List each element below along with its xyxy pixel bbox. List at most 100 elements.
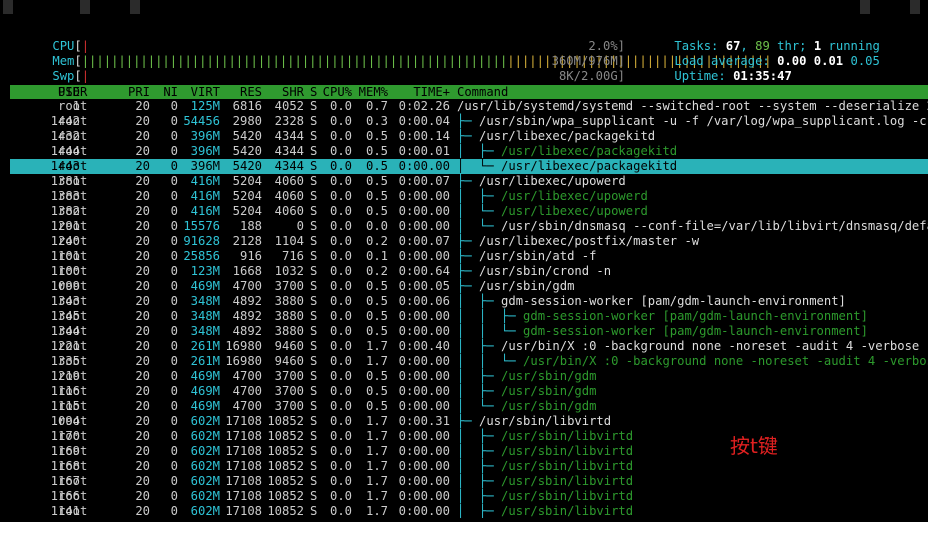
cell-command: ├─ /usr/libexec/upowerd xyxy=(457,174,626,189)
cell-shr: 9460 xyxy=(274,354,304,368)
cell-command: │ └─ /usr/sbin/dnsmasq --conf-file=/var/… xyxy=(457,219,928,234)
window-tab[interactable] xyxy=(860,0,870,14)
cell-pri: 20 xyxy=(135,234,150,248)
cell-shr: 4060 xyxy=(274,204,304,218)
process-row[interactable]: 1219 root 20 0 469M 4700 3700 S 0.0 0.5 0:00.00 │ ├… xyxy=(10,369,928,384)
process-row[interactable]: 1094 root 20 0 602M 17108 10852 S 0.0 1.7 0:00.31 ├… xyxy=(10,414,928,429)
process-row[interactable]: 1443 root 20 0 396M 5420 4344 S 0.0 0.5 0:00.00 │ └… xyxy=(10,159,928,174)
cell-pri: 20 xyxy=(135,204,150,218)
cell-ni: 0 xyxy=(170,309,178,323)
cell-mem: 0.5 xyxy=(365,294,388,308)
process-row[interactable]: 1240 root 20 0 91628 2128 1104 S 0.0 0.2 0:00.07 ├─… xyxy=(10,234,928,249)
process-row[interactable]: 1382 root 20 0 416M 5204 4060 S 0.0 0.5 0:00.00 │ └… xyxy=(10,204,928,219)
col-state[interactable]: S xyxy=(310,85,317,99)
process-row[interactable]: 1101 root 20 0 25856 916 716 S 0.0 0.1 0:00.00 ├─ /… xyxy=(10,249,928,264)
cell-virt: 123M xyxy=(190,264,220,278)
tree-branch: │ └─ xyxy=(457,204,502,218)
cell-pri: 20 xyxy=(135,504,150,518)
process-row[interactable]: 1169 root 20 0 602M 17108 10852 S 0.0 1.7 0:00.00 │… xyxy=(10,444,928,459)
cell-time: 0:00.00 xyxy=(398,489,450,503)
col-ni[interactable]: NI xyxy=(150,85,178,99)
cell-shr: 3880 xyxy=(274,309,304,323)
process-row[interactable]: 1335 root 20 0 261M 16980 9460 S 0.0 1.7 0:00.00 │ … xyxy=(10,354,928,369)
cell-user: root xyxy=(58,399,88,413)
cell-user: root xyxy=(58,219,88,233)
col-res[interactable]: RES xyxy=(220,85,262,99)
cell-virt: 396M xyxy=(190,129,220,143)
col-shr[interactable]: SHR xyxy=(262,85,304,99)
process-row[interactable]: 1344 root 20 0 348M 4892 3880 S 0.0 0.5 0:00.00 │ │… xyxy=(10,324,928,339)
tree-branch: ├─ xyxy=(457,414,480,428)
process-row[interactable]: 1345 root 20 0 348M 4892 3880 S 0.0 0.5 0:00.00 │ │… xyxy=(10,309,928,324)
cell-time: 0:00.14 xyxy=(398,129,450,143)
col-user[interactable]: USER xyxy=(58,85,87,99)
process-row[interactable]: 1383 root 20 0 416M 5204 4060 S 0.0 0.5 0:00.00 │ ├… xyxy=(10,189,928,204)
window-tab[interactable] xyxy=(130,0,140,14)
cell-command: ├─ /usr/sbin/wpa_supplicant -u -f /var/l… xyxy=(457,114,928,129)
window-tab[interactable] xyxy=(3,0,13,14)
command-text: /usr/sbin/gdm xyxy=(479,279,575,293)
process-row[interactable]: 1291 root 20 0 15576 188 0 S 0.0 0.0 0:00.00 │ └─ /… xyxy=(10,219,928,234)
process-row[interactable]: 1141 root 20 0 602M 17108 10852 S 0.0 1.7 0:00.00 │… xyxy=(10,504,928,519)
process-row[interactable]: 1170 root 20 0 602M 17108 10852 S 0.0 1.7 0:00.00 │… xyxy=(10,429,928,444)
process-row[interactable]: 1116 root 20 0 469M 4700 3700 S 0.0 0.5 0:00.00 │ ├… xyxy=(10,384,928,399)
process-row[interactable]: 1444 root 20 0 396M 5420 4344 S 0.0 0.5 0:00.01 │ ├… xyxy=(10,144,928,159)
cell-time: 0:00.06 xyxy=(398,294,450,308)
cell-mem: 1.7 xyxy=(365,474,388,488)
tree-branch: ├─ xyxy=(457,174,480,188)
process-row[interactable]: 1221 root 20 0 261M 16980 9460 S 0.0 1.7 0:00.40 │ … xyxy=(10,339,928,354)
window-tab[interactable] xyxy=(80,0,90,14)
process-row[interactable]: 1100 root 20 0 123M 1668 1032 S 0.0 0.2 0:00.64 ├─ … xyxy=(10,264,928,279)
cell-user: root xyxy=(58,294,88,308)
cell-cpu: 0.0 xyxy=(329,234,352,248)
cell-pri: 20 xyxy=(135,369,150,383)
cell-command: ├─ /usr/sbin/crond -n xyxy=(457,264,611,279)
cell-command: ├─ /usr/sbin/atd -f xyxy=(457,249,596,264)
process-row[interactable]: 1168 root 20 0 602M 17108 10852 S 0.0 1.7 0:00.00 │… xyxy=(10,459,928,474)
cell-time: 0:00.00 xyxy=(398,504,450,518)
col-mem[interactable]: MEM% xyxy=(352,85,388,99)
cell-cpu: 0.0 xyxy=(329,99,352,113)
window-tab[interactable] xyxy=(910,0,920,14)
cell-shr: 4344 xyxy=(274,159,304,173)
process-row[interactable]: 1381 root 20 0 416M 5204 4060 S 0.0 0.5 0:00.07 ├─ … xyxy=(10,174,928,189)
col-time[interactable]: TIME+ xyxy=(388,85,450,99)
cell-pri: 20 xyxy=(135,174,150,188)
process-row[interactable]: 1343 root 20 0 348M 4892 3880 S 0.0 0.5 0:00.06 │ ├… xyxy=(10,294,928,309)
cell-user: root xyxy=(58,369,88,383)
cell-mem: 1.7 xyxy=(365,429,388,443)
cell-res: 5204 xyxy=(232,174,262,188)
process-row[interactable]: 1432 root 20 0 396M 5420 4344 S 0.0 0.5 0:00.14 ├─ … xyxy=(10,129,928,144)
tree-branch: │ ├─ xyxy=(457,384,502,398)
cell-virt: 602M xyxy=(190,474,220,488)
process-row[interactable]: 1 root 20 0 125M 6816 4052 S 0.0 0.7 0:02.26/usr/l… xyxy=(10,99,928,114)
command-text: /usr/sbin/crond -n xyxy=(479,264,612,278)
process-row[interactable]: 1166 root 20 0 602M 17108 10852 S 0.0 1.7 0:00.00 │… xyxy=(10,489,928,504)
cell-cpu: 0.0 xyxy=(329,489,352,503)
col-virt[interactable]: VIRT xyxy=(178,85,220,99)
cell-time: 0:00.04 xyxy=(398,114,450,128)
col-cpu[interactable]: CPU% xyxy=(320,85,352,99)
process-row[interactable]: 1115 root 20 0 469M 4700 3700 S 0.0 0.5 0:00.00 │ └… xyxy=(10,399,928,414)
command-text: /usr/bin/X :0 -background none -noreset … xyxy=(523,354,928,368)
cell-ni: 0 xyxy=(170,339,178,353)
cell-command: │ ├─ /usr/libexec/packagekitd xyxy=(457,144,677,159)
process-row[interactable]: 1442 root 20 0 54456 2980 2328 S 0.0 0.3 0:00.04 ├─… xyxy=(10,114,928,129)
tree-branch: │ ├─ xyxy=(457,294,502,308)
process-table-header[interactable]: PID USER PRI NI VIRT RES SHR S CPU% MEM%… xyxy=(10,85,928,99)
cell-s: S xyxy=(310,309,318,323)
tree-branch: │ ├─ xyxy=(457,444,502,458)
process-row[interactable]: 1099 root 20 0 469M 4700 3700 S 0.0 0.5 0:00.05 ├─ … xyxy=(10,279,928,294)
col-command[interactable]: Command xyxy=(457,85,508,99)
cell-shr: 4344 xyxy=(274,144,304,158)
cell-shr: 4060 xyxy=(274,174,304,188)
cell-res: 16980 xyxy=(225,354,262,368)
col-pri[interactable]: PRI xyxy=(110,85,150,99)
cell-mem: 0.5 xyxy=(365,159,388,173)
command-text: /usr/sbin/libvirtd xyxy=(501,474,634,488)
cell-user: root xyxy=(58,474,88,488)
process-row[interactable]: 1167 root 20 0 602M 17108 10852 S 0.0 1.7 0:00.00 │… xyxy=(10,474,928,489)
cell-shr: 10852 xyxy=(267,504,304,518)
cell-res: 1668 xyxy=(232,264,262,278)
cell-s: S xyxy=(310,129,318,143)
